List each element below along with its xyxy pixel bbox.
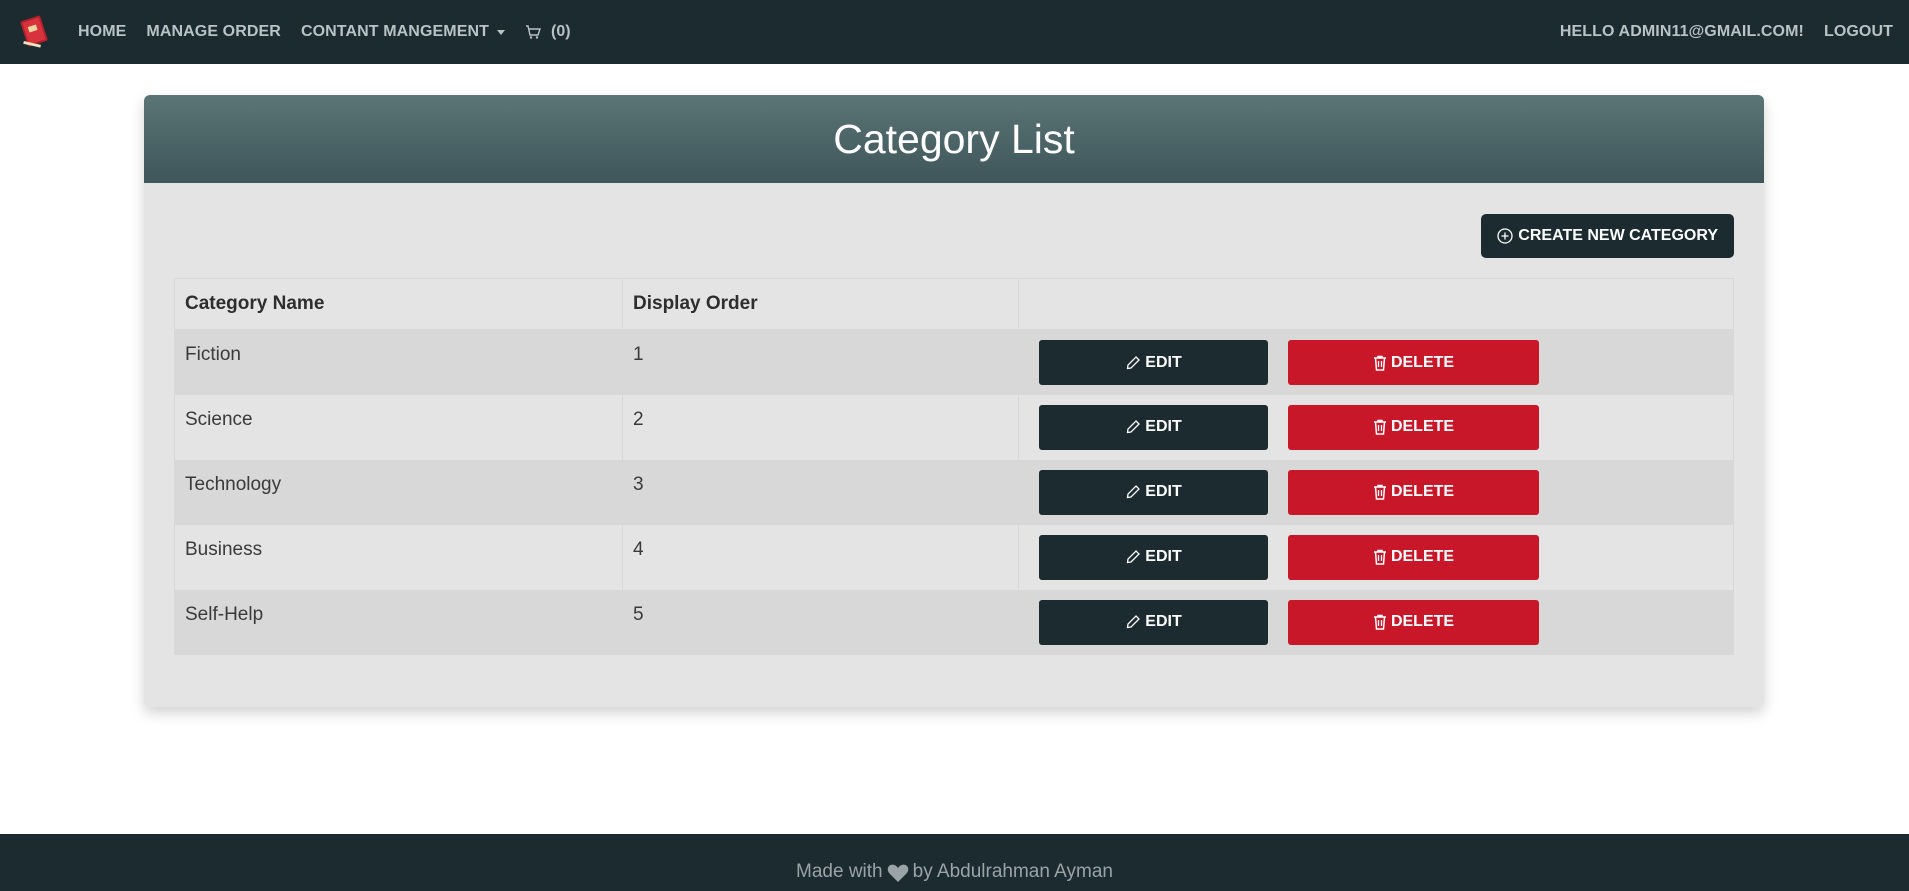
table-row: Business 4 EDIT DELETE <box>174 524 1734 590</box>
nav-left: HOME MANAGE ORDER CONTANT MANGEMENT (0) <box>78 23 571 41</box>
table-header-row: Category Name Display Order <box>174 278 1734 330</box>
trash-icon <box>1373 355 1386 371</box>
category-card: Category List CREATE NEW CATEGORY Catego… <box>144 95 1764 707</box>
edit-label: EDIT <box>1145 613 1182 630</box>
dropdown-label: CONTANT MANGEMENT <box>300 23 490 40</box>
page-title: Category List <box>833 115 1075 162</box>
category-table: Category Name Display Order Fiction 1 ED… <box>174 278 1734 655</box>
pencil-icon <box>1126 355 1141 369</box>
create-category-button[interactable]: CREATE NEW CATEGORY <box>1481 214 1734 258</box>
trash-icon <box>1373 614 1386 630</box>
category-name-cell: Self-Help <box>174 589 623 655</box>
trash-icon <box>1373 419 1386 435</box>
delete-button[interactable]: DELETE <box>1288 599 1539 645</box>
actions-cell: EDIT DELETE <box>1018 524 1734 590</box>
display-order-cell: 5 <box>622 589 1019 655</box>
delete-button[interactable]: DELETE <box>1288 469 1539 515</box>
table-row: Self-Help 5 EDIT DELETE <box>174 589 1734 655</box>
delete-button[interactable]: DELETE <box>1288 340 1539 385</box>
edit-label: EDIT <box>1145 353 1182 371</box>
display-order-cell: 1 <box>622 329 1019 395</box>
pencil-icon <box>1126 485 1141 499</box>
cart-icon <box>526 25 541 39</box>
edit-button[interactable]: EDIT <box>1039 534 1268 580</box>
edit-label: EDIT <box>1145 418 1182 435</box>
edit-label: EDIT <box>1145 483 1182 500</box>
delete-label: DELETE <box>1390 418 1455 435</box>
top-navbar: HOME MANAGE ORDER CONTANT MANGEMENT (0) … <box>0 0 1909 64</box>
nav-right: HELLO ADMIN11@GMAIL.COM! LOGOUT <box>1540 23 1893 41</box>
delete-button[interactable]: DELETE <box>1288 534 1539 580</box>
footer-made-with: Made with <box>796 861 883 882</box>
category-name-cell: Science <box>174 394 623 460</box>
edit-button[interactable]: EDIT <box>1039 469 1268 515</box>
footer: Made with by Abdulrahman Ayman <box>0 834 1909 891</box>
header-actions <box>1018 278 1734 330</box>
edit-button[interactable]: EDIT <box>1039 340 1268 385</box>
cart-link[interactable]: (0) <box>525 23 571 41</box>
card-header: Category List <box>144 95 1764 183</box>
create-button-label: CREATE NEW CATEGORY <box>1518 227 1718 244</box>
nav-content-management-dropdown[interactable]: CONTANT MANGEMENT <box>300 23 506 41</box>
pencil-icon <box>1126 615 1141 629</box>
user-greeting[interactable]: HELLO ADMIN11@GMAIL.COM! <box>1560 23 1804 41</box>
pencil-icon <box>1126 550 1141 564</box>
table-row: Fiction 1 EDIT DELETE <box>174 329 1734 395</box>
edit-button[interactable]: EDIT <box>1039 599 1268 645</box>
display-order-cell: 2 <box>622 394 1019 460</box>
table-row: Science 2 EDIT DELETE <box>174 394 1734 460</box>
nav-manage-order[interactable]: MANAGE ORDER <box>146 23 281 41</box>
trash-icon <box>1373 549 1386 565</box>
edit-label: EDIT <box>1145 548 1182 565</box>
table-row: Technology 3 EDIT DELETE <box>174 459 1734 525</box>
delete-label: DELETE <box>1390 548 1455 565</box>
pencil-icon <box>1126 420 1141 434</box>
cart-count: (0) <box>551 23 571 40</box>
display-order-cell: 3 <box>622 459 1019 525</box>
delete-label: DELETE <box>1390 483 1455 500</box>
nav-home[interactable]: HOME <box>78 23 126 41</box>
actions-cell: EDIT DELETE <box>1018 329 1734 395</box>
display-order-cell: 4 <box>622 524 1019 590</box>
actions-cell: EDIT DELETE <box>1018 459 1734 525</box>
footer-author: by Abdulrahman Ayman <box>912 861 1113 882</box>
edit-button[interactable]: EDIT <box>1039 404 1268 450</box>
category-name-cell: Fiction <box>174 329 623 395</box>
plus-circle-icon <box>1497 228 1513 244</box>
category-name-cell: Business <box>174 524 623 590</box>
actions-cell: EDIT DELETE <box>1018 589 1734 655</box>
logout-link[interactable]: LOGOUT <box>1824 23 1893 41</box>
chevron-down-icon <box>497 29 506 35</box>
trash-icon <box>1373 484 1386 500</box>
delete-label: DELETE <box>1390 353 1455 371</box>
actions-cell: EDIT DELETE <box>1018 394 1734 460</box>
header-category-name: Category Name <box>174 278 623 330</box>
category-name-cell: Technology <box>174 459 623 525</box>
book-logo-icon[interactable] <box>16 14 52 50</box>
category-table-wrapper: Category Name Display Order Fiction 1 ED… <box>174 278 1734 655</box>
delete-button[interactable]: DELETE <box>1288 404 1539 450</box>
delete-label: DELETE <box>1390 613 1455 630</box>
header-display-order: Display Order <box>622 278 1019 330</box>
heart-icon <box>887 864 908 882</box>
